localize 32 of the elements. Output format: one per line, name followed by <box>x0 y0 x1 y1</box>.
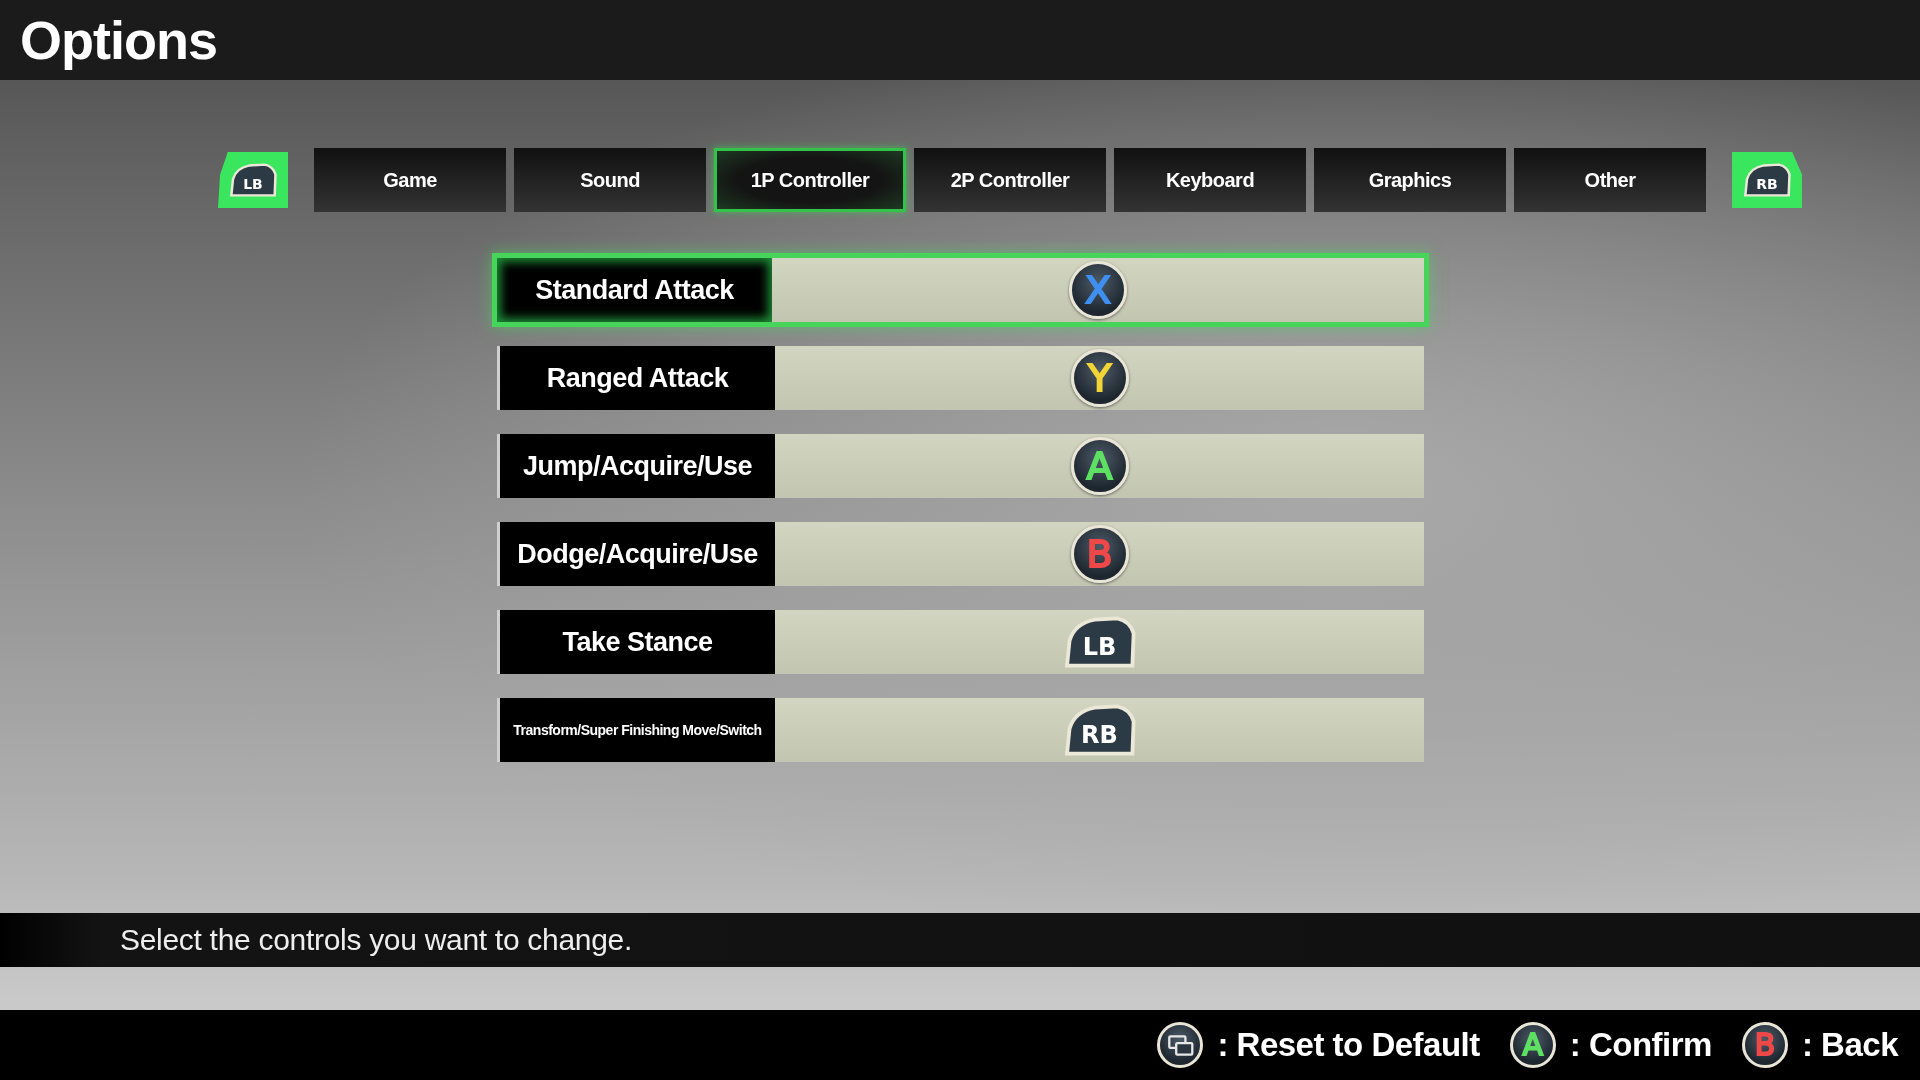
status-message: Select the controls you want to change. <box>0 913 1920 967</box>
action-label: Jump/Acquire/Use <box>500 434 775 498</box>
action-label: Dodge/Acquire/Use <box>500 522 775 586</box>
tab[interactable]: Graphics <box>1314 148 1506 212</box>
view-button-icon <box>1157 1022 1204 1068</box>
tab[interactable]: 1P Controller <box>714 148 906 212</box>
hint-label: : Confirm <box>1569 1026 1712 1064</box>
window-title: Options <box>20 9 217 71</box>
binding-row[interactable]: Take Stance LB <box>497 610 1424 674</box>
tab[interactable]: Keyboard <box>1114 148 1306 212</box>
hint-label: : Reset to Default <box>1217 1026 1480 1064</box>
action-label: Ranged Attack <box>500 346 775 410</box>
tab[interactable]: Game <box>314 148 506 212</box>
tab[interactable]: Sound <box>514 148 706 212</box>
face-button-glyph: Y <box>1070 349 1129 407</box>
face-button-glyph: A <box>1070 437 1129 495</box>
binding-row[interactable]: Jump/Acquire/Use A <box>497 434 1424 498</box>
tab[interactable]: 2P Controller <box>914 148 1106 212</box>
previous-tab-button[interactable]: LB <box>218 152 288 208</box>
hint-label: : Back <box>1801 1026 1898 1064</box>
action-label: Take Stance <box>500 610 775 674</box>
face-button-glyph: B <box>1070 525 1129 583</box>
tab[interactable]: Other <box>1514 148 1706 212</box>
next-tab-button[interactable]: RB <box>1732 152 1802 208</box>
face-button-glyph: A <box>1509 1022 1556 1068</box>
face-button-glyph: X <box>1069 261 1127 319</box>
binding-row[interactable]: Dodge/Acquire/Use B <box>497 522 1424 586</box>
binding-row[interactable]: Ranged Attack Y <box>497 346 1424 410</box>
action-label: Transform/Super Finishing Move/Switch <box>500 698 775 762</box>
binding-row[interactable]: Transform/Super Finishing Move/Switch RB <box>497 698 1424 762</box>
face-button-glyph: B <box>1741 1022 1788 1068</box>
action-label: Standard Attack <box>497 258 772 322</box>
